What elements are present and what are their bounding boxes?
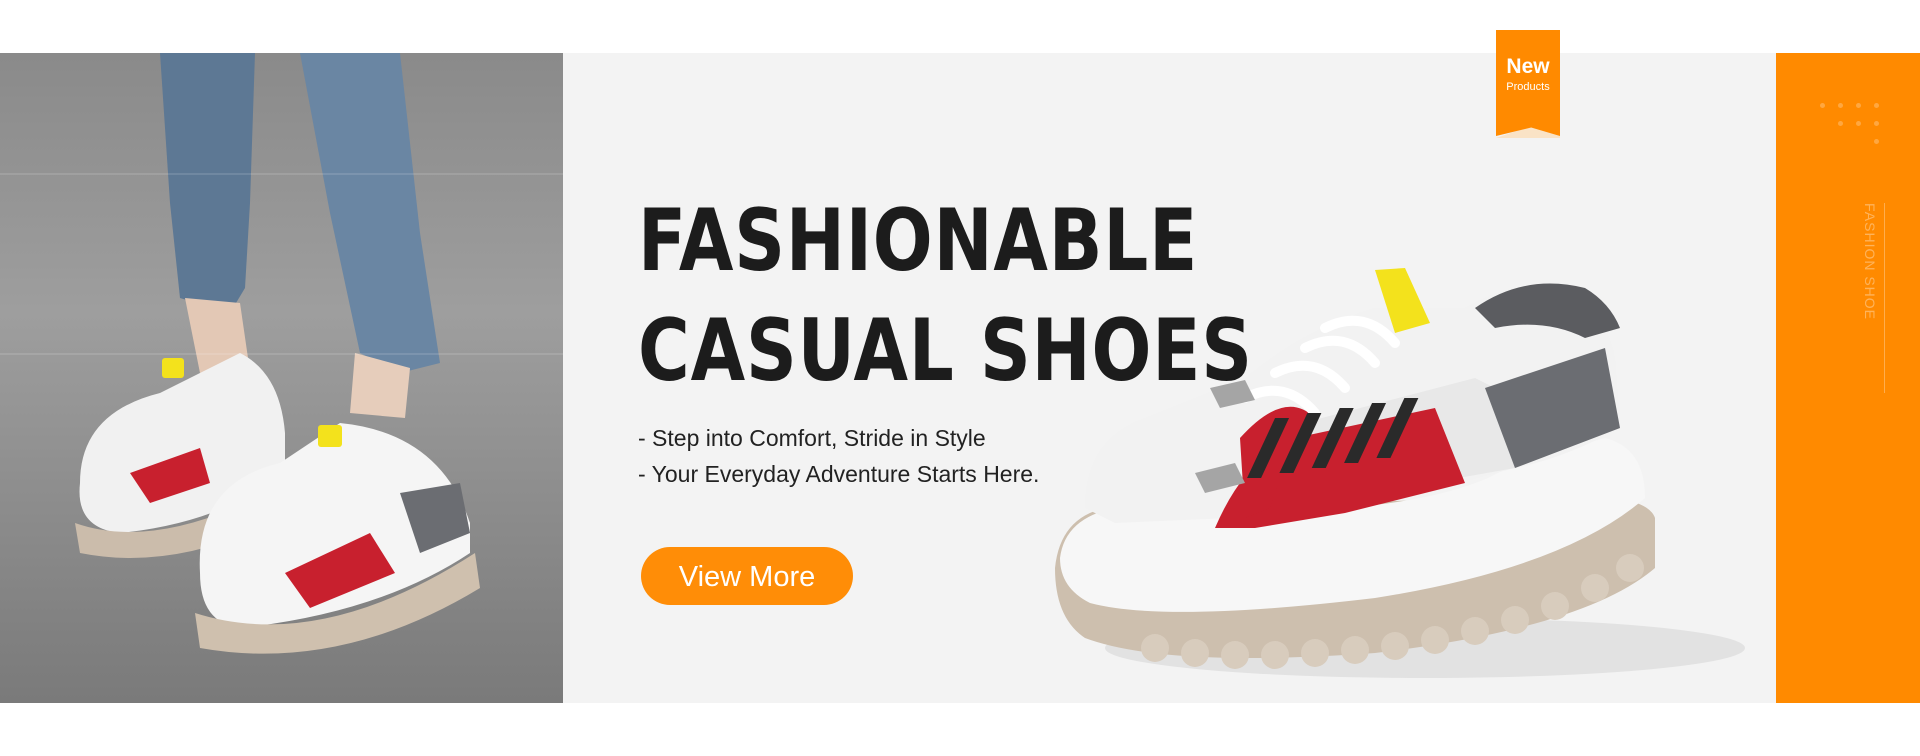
tagline-line-2: - Your Everyday Adventure Starts Here. [638, 461, 1040, 487]
legs-and-shoes-illustration [75, 53, 480, 654]
new-products-badge: New Products [1496, 30, 1560, 136]
floor-line [0, 353, 563, 355]
tagline: - Step into Comfort, Stride in Style - Y… [638, 420, 1039, 492]
dot [1874, 103, 1879, 108]
badge-subtitle: Products [1506, 81, 1550, 93]
dot [1874, 121, 1879, 126]
page: FASHIONABLE CASUAL SHOES - Step into Com… [0, 0, 1920, 756]
orange-side-strip [1776, 53, 1920, 703]
floor-line [0, 173, 563, 175]
side-strip-line [1884, 203, 1885, 393]
dot [1856, 121, 1861, 126]
dot [1820, 103, 1825, 108]
tagline-line-1: - Step into Comfort, Stride in Style [638, 425, 986, 451]
dot [1838, 121, 1843, 126]
dot [1856, 103, 1861, 108]
product-sneaker-image [1055, 268, 1745, 678]
view-more-button[interactable]: View More [641, 547, 853, 605]
dot [1874, 139, 1879, 144]
hero-banner: FASHIONABLE CASUAL SHOES - Step into Com… [0, 53, 1920, 703]
dot [1838, 103, 1843, 108]
lifestyle-photo [0, 53, 563, 703]
side-strip-text: FASHION SHOE [1862, 203, 1878, 321]
badge-title: New [1506, 55, 1550, 78]
